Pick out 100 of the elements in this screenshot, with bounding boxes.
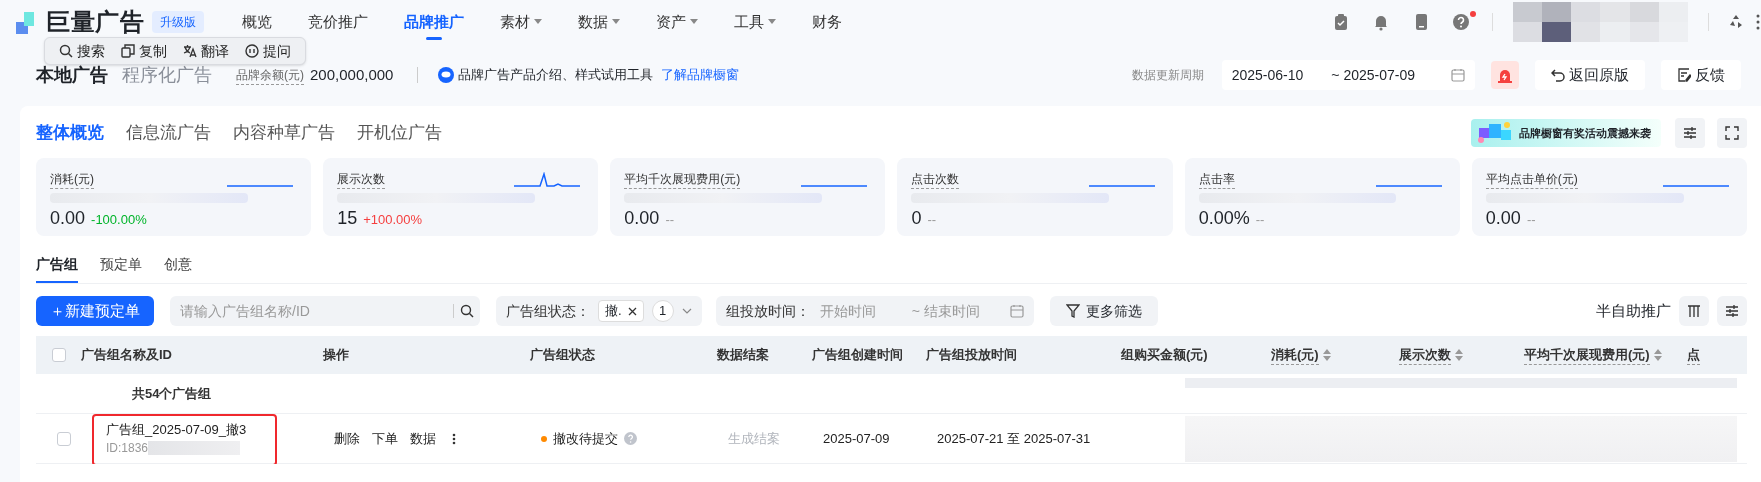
nav-tab[interactable]: 数据 bbox=[578, 0, 620, 44]
mode-label: 半自助推广 bbox=[1596, 300, 1671, 321]
calendar-icon bbox=[1009, 304, 1024, 318]
end-date-input[interactable]: ~ 结束时间 bbox=[911, 300, 1000, 322]
filter-settings-button[interactable] bbox=[1717, 296, 1747, 326]
metric-delta: -- bbox=[927, 211, 937, 229]
created-date: 2025-07-09 bbox=[823, 430, 890, 446]
popup-action[interactable]: 搜索 bbox=[59, 40, 105, 62]
metric-delta: -- bbox=[665, 211, 675, 229]
sort-icon bbox=[1322, 349, 1331, 361]
column-header: 点 bbox=[1687, 344, 1700, 366]
column-header: 展示次数 bbox=[1399, 344, 1451, 366]
sort-icon bbox=[1653, 349, 1662, 361]
balance-value: 200,000,000 bbox=[310, 64, 394, 85]
sort-icon bbox=[1455, 349, 1463, 361]
metric-label: 消耗(元) bbox=[50, 170, 94, 189]
fullscreen-button[interactable] bbox=[1717, 118, 1747, 148]
edition-badge: 升级版 bbox=[152, 11, 205, 33]
nav-tab[interactable]: 竞价推广 bbox=[308, 0, 368, 44]
checkbox[interactable] bbox=[51, 348, 66, 362]
column-header: 组购买金额(元) bbox=[1121, 346, 1208, 365]
settings-sliders-icon bbox=[1725, 304, 1739, 318]
checkbox[interactable] bbox=[57, 431, 71, 446]
settings-button[interactable] bbox=[1675, 118, 1705, 148]
help-icon bbox=[624, 432, 637, 445]
metric-value: 0.00% bbox=[1198, 207, 1250, 230]
nav-tab[interactable]: 财务 bbox=[812, 0, 842, 44]
column-settings-button[interactable] bbox=[1679, 296, 1709, 326]
mode-tab[interactable]: 本地广告 bbox=[36, 61, 108, 89]
metric-value: 0 bbox=[911, 207, 922, 230]
list-tab[interactable]: 预定单 bbox=[100, 254, 142, 283]
search-field[interactable]: 请输入广告组名称/ID bbox=[170, 296, 480, 326]
group-name: 广告组_2025-07-09_撤3 bbox=[106, 420, 248, 439]
metric-label: 平均点击单价(元) bbox=[1485, 170, 1578, 189]
nav-tab[interactable]: 工具 bbox=[734, 0, 776, 44]
column-header: 广告组创建时间 bbox=[812, 346, 903, 365]
nav-tab[interactable]: 资产 bbox=[656, 0, 698, 44]
promo-banner[interactable]: 品牌橱窗有奖活动震撼来袭 bbox=[1471, 119, 1661, 147]
status-text: 撤改待提交 bbox=[553, 429, 618, 448]
nav-tab[interactable]: 品牌推广 bbox=[404, 0, 464, 44]
column-header: 广告组状态 bbox=[530, 346, 595, 365]
balance-label: 品牌余额(元) bbox=[236, 65, 304, 85]
count-badge: 1 bbox=[651, 300, 674, 322]
group-id: ID:1836 bbox=[106, 440, 149, 458]
action-link[interactable]: 删除 bbox=[334, 428, 360, 449]
metric-delta: -- bbox=[1526, 211, 1536, 229]
start-date-input[interactable]: 开始时间 bbox=[819, 300, 902, 322]
summary-text: 共54个广告组 bbox=[132, 384, 212, 403]
overview-tab[interactable]: 整体概览 bbox=[36, 120, 104, 146]
column-header: 平均千次展现费用(元) bbox=[1524, 344, 1650, 366]
more-icon bbox=[452, 432, 456, 445]
action-link[interactable]: 下单 bbox=[372, 428, 398, 449]
delivery-period: 2025-07-21 至 2025-07-31 bbox=[937, 430, 1091, 446]
filter-label: 组投放时间： bbox=[725, 301, 810, 321]
search-input[interactable]: 请输入广告组名称/ID bbox=[180, 300, 453, 322]
status-filter[interactable]: 广告组状态： 撤. 1 bbox=[496, 296, 702, 326]
status-chip[interactable]: 撤. bbox=[598, 300, 644, 322]
list-tab[interactable]: 广告组 bbox=[36, 254, 78, 283]
popup-action[interactable]: 翻译 bbox=[183, 40, 229, 62]
action-link[interactable]: 数据 bbox=[410, 428, 436, 449]
metric-delta: -100.00% bbox=[91, 211, 147, 229]
help-icon bbox=[1452, 13, 1470, 31]
close-icon bbox=[627, 306, 637, 316]
new-order-button[interactable]: ＋新建预定单 bbox=[36, 296, 154, 326]
back-button[interactable]: 返回原版 bbox=[1535, 60, 1645, 90]
filter-icon bbox=[1065, 304, 1080, 318]
metric-value: 15 bbox=[337, 207, 358, 230]
chevron-down-icon bbox=[681, 308, 692, 314]
search-icon bbox=[460, 304, 474, 318]
period-label: 数据更新周期 bbox=[1131, 67, 1204, 84]
app-logo: 巨量广告 bbox=[46, 10, 145, 34]
caret-icon bbox=[612, 19, 620, 25]
caret-icon bbox=[690, 19, 698, 25]
info-text: 品牌广告产品介绍、样式试用工具 bbox=[458, 66, 654, 85]
metric-delta: +100.00% bbox=[363, 211, 423, 229]
info-bubble-icon bbox=[438, 67, 455, 83]
column-header: 数据结案 bbox=[717, 346, 769, 365]
list-tab[interactable]: 创意 bbox=[164, 254, 192, 283]
date-start: 2025-06-10 bbox=[1231, 65, 1304, 85]
feedback-button[interactable]: 反馈 bbox=[1661, 60, 1741, 90]
copy-icon bbox=[121, 44, 135, 58]
nav-tab[interactable]: 素材 bbox=[500, 0, 542, 44]
metric-value: 0.00 bbox=[1485, 207, 1521, 230]
filter-label: 广告组状态： bbox=[506, 301, 590, 321]
popup-action[interactable]: 复制 bbox=[121, 40, 167, 62]
column-header: 广告组投放时间 bbox=[926, 346, 1017, 365]
alarm-button[interactable] bbox=[1491, 61, 1519, 89]
metric-label: 平均千次展现费用(元) bbox=[624, 170, 741, 189]
fullscreen-icon bbox=[1725, 126, 1739, 140]
overview-tab[interactable]: 内容种草广告 bbox=[233, 120, 335, 146]
overview-tab[interactable]: 开机位广告 bbox=[357, 120, 442, 146]
column-header: 广告组名称及ID bbox=[81, 346, 172, 365]
overview-tab[interactable]: 信息流广告 bbox=[126, 120, 211, 146]
info-link[interactable]: 了解品牌橱窗 bbox=[661, 65, 740, 85]
edit-note-icon bbox=[1677, 68, 1691, 82]
date-range-field[interactable]: 2025-06-10 ~ 2025-07-09 bbox=[1221, 60, 1475, 90]
more-filters-button[interactable]: 更多筛选 bbox=[1049, 296, 1158, 326]
metric-delta: -- bbox=[1255, 211, 1265, 229]
undo-icon bbox=[1551, 68, 1565, 82]
caret-icon bbox=[768, 19, 776, 25]
